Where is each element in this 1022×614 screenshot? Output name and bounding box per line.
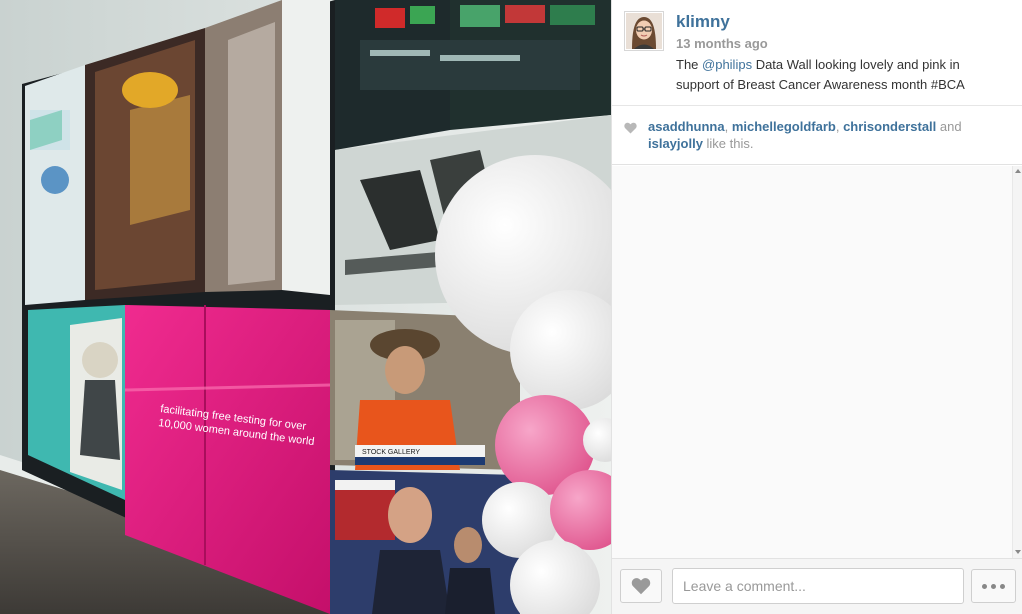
post-caption: The @philips Data Wall looking lovely an… <box>676 55 1006 95</box>
liker-link[interactable]: asaddhunna <box>648 119 725 134</box>
comments-list[interactable] <box>612 166 1012 558</box>
heart-icon <box>631 578 651 595</box>
liker-link[interactable]: michellegoldfarb <box>732 119 836 134</box>
scroll-up-arrow-icon[interactable] <box>1015 169 1021 173</box>
comment-footer <box>612 558 1022 614</box>
scroll-down-arrow-icon[interactable] <box>1015 550 1021 554</box>
avatar[interactable] <box>624 11 664 51</box>
likes-separator: and <box>936 119 962 134</box>
comment-input[interactable] <box>672 568 964 604</box>
likes-separator: , <box>835 119 844 134</box>
tv-banner: STOCK GALLERY <box>362 449 420 456</box>
like-button[interactable] <box>620 569 662 603</box>
likes-section: asaddhunna, michellegoldfarb, chrisonder… <box>612 107 1022 165</box>
more-options-button[interactable] <box>971 569 1016 603</box>
caption-text-prefix: The <box>676 57 703 72</box>
post-username[interactable]: klimny <box>676 12 730 32</box>
likes-suffix: like this. <box>702 136 754 151</box>
liker-link[interactable]: chrisonderstall <box>843 119 936 134</box>
likes-separator: , <box>724 119 732 134</box>
post-photo[interactable]: facilitating free testing for over 10,00… <box>0 0 611 614</box>
more-options-icon <box>991 583 996 589</box>
liker-link[interactable]: islayjolly <box>648 136 703 151</box>
more-options-icon <box>1000 583 1005 589</box>
caption-mention-link[interactable]: @philips <box>702 57 752 72</box>
post-detail-panel: klimny 13 months ago The @philips Data W… <box>611 0 1022 614</box>
post-header: klimny 13 months ago The @philips Data W… <box>612 0 1022 106</box>
post-timestamp[interactable]: 13 months ago <box>676 36 768 51</box>
likes-text: asaddhunna, michellegoldfarb, chrisonder… <box>648 118 1008 152</box>
comments-scrollbar[interactable] <box>1012 166 1022 558</box>
more-options-icon <box>982 583 987 589</box>
heart-icon <box>624 121 637 139</box>
